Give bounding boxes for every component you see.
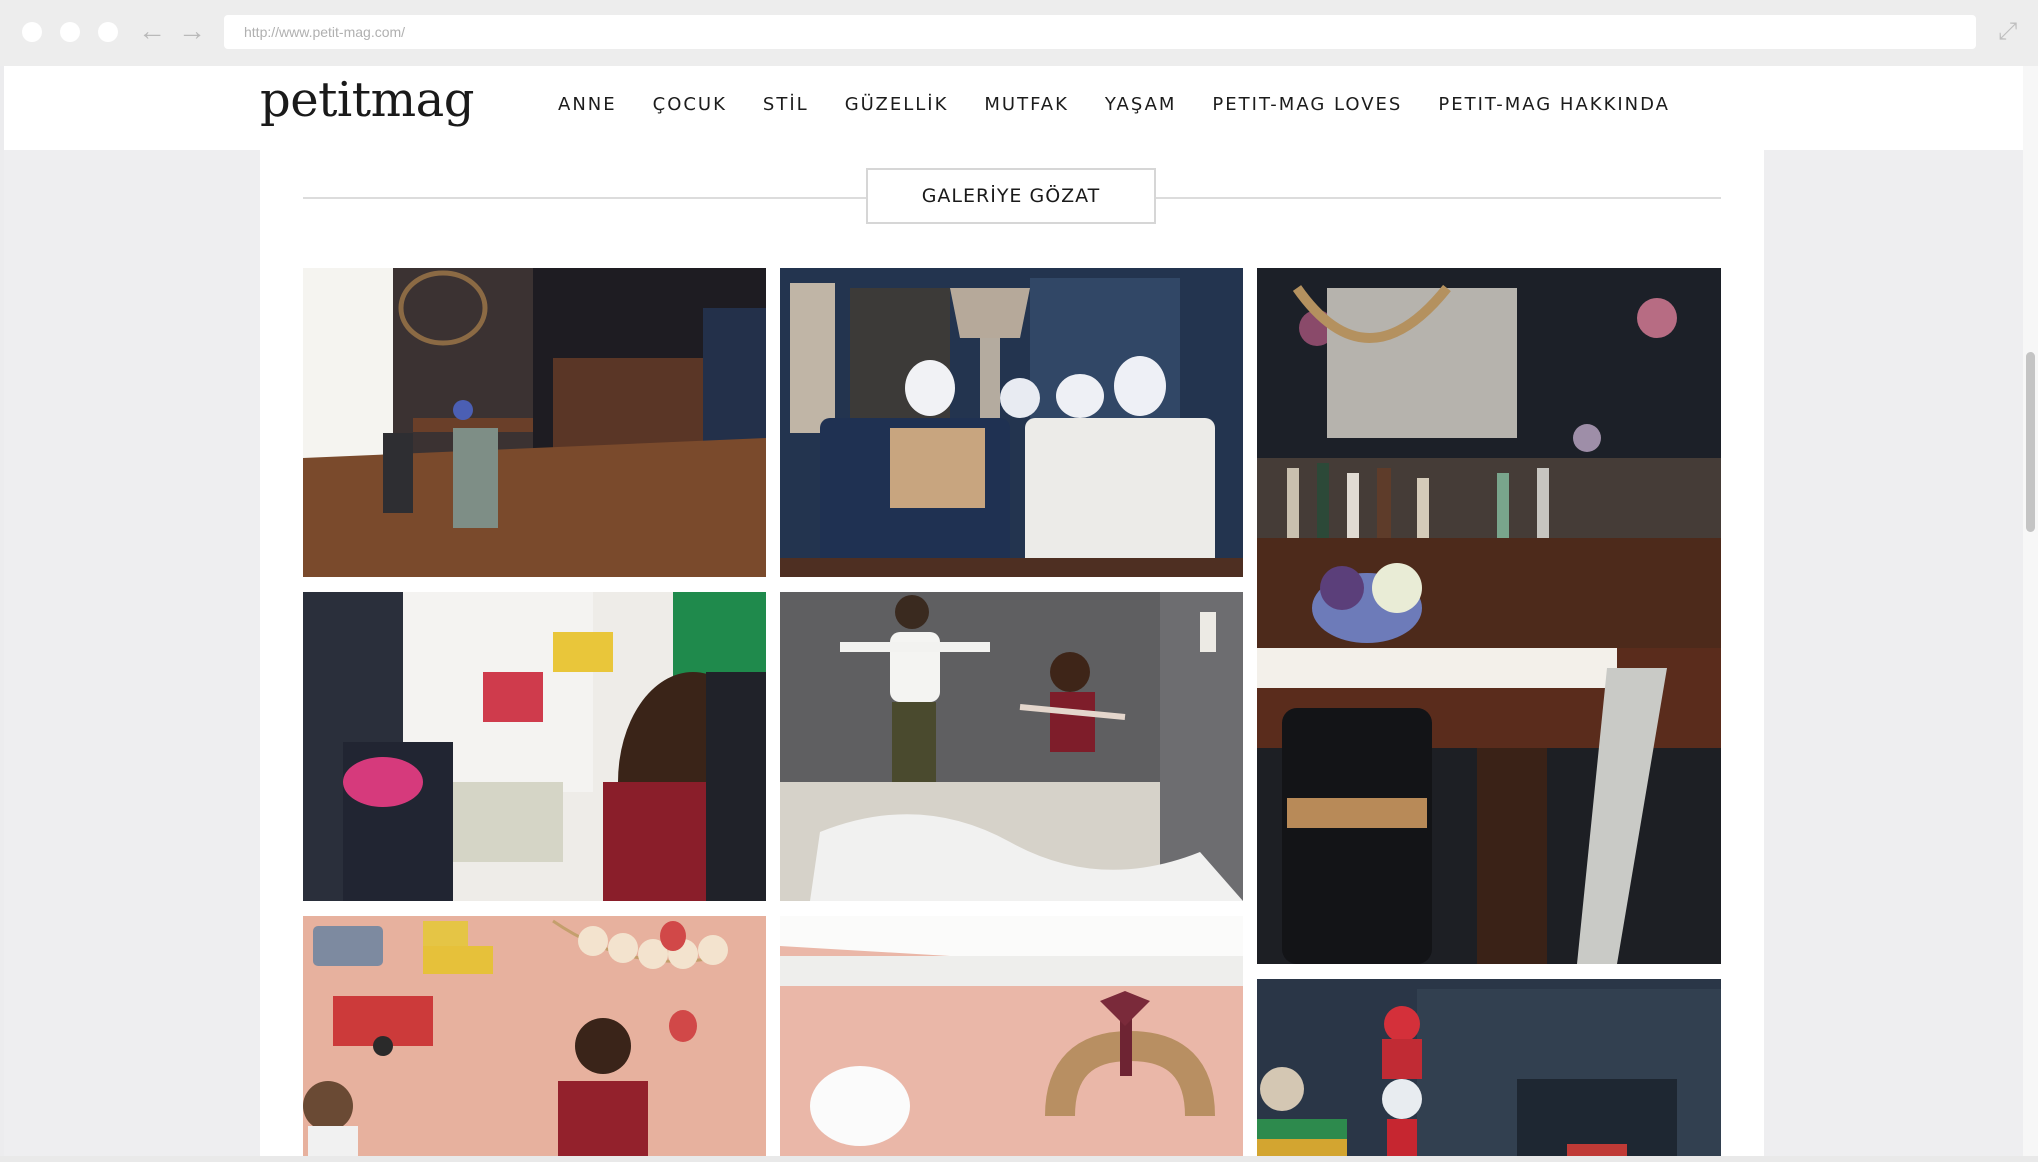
url-text: http://www.petit-mag.com/: [244, 24, 406, 40]
menu-item-petit-mag-loves[interactable]: PETIT-MAG LOVES: [1212, 94, 1402, 115]
menu-item-guzellik[interactable]: GÜZELLİK: [845, 94, 949, 115]
address-bar[interactable]: http://www.petit-mag.com/: [224, 15, 1976, 49]
gallery-image-pink-kids-room[interactable]: [303, 916, 766, 1156]
gallery-image-dining-room-bar[interactable]: [1257, 268, 1721, 964]
gallery-image-dining-room[interactable]: [303, 268, 766, 577]
gallery-image-blue-living-room[interactable]: [780, 268, 1243, 577]
scrollbar-track[interactable]: [2023, 66, 2038, 1156]
arrow-right-icon[interactable]: →: [178, 16, 206, 46]
gallery-image-children-jumping[interactable]: [780, 592, 1243, 901]
expand-icon[interactable]: ⤢: [1998, 18, 2017, 46]
scrollbar-thumb[interactable]: [2026, 352, 2035, 532]
window-close-dot[interactable]: [22, 22, 42, 42]
menu-item-yasam[interactable]: YAŞAM: [1105, 94, 1177, 115]
gallery-image-mother-child[interactable]: [303, 592, 766, 901]
arrow-left-icon[interactable]: ←: [138, 16, 166, 46]
window-minimize-dot[interactable]: [60, 22, 80, 42]
menu-item-cocuk[interactable]: ÇOCUK: [653, 94, 727, 115]
gallery-image-pink-room-wreath[interactable]: [780, 916, 1243, 1156]
site-header: petitmag ANNE ÇOCUK STİL GÜZELLİK MUTFAK…: [4, 66, 2023, 150]
main-menu: ANNE ÇOCUK STİL GÜZELLİK MUTFAK YAŞAM PE…: [558, 94, 1706, 115]
menu-item-anne[interactable]: ANNE: [558, 94, 617, 115]
browser-chrome: ← → http://www.petit-mag.com/ ⤢: [0, 0, 2038, 66]
window-maximize-dot[interactable]: [98, 22, 118, 42]
site-logo[interactable]: petitmag: [260, 72, 474, 128]
menu-item-petit-mag-hakkinda[interactable]: PETIT-MAG HAKKINDA: [1438, 94, 1670, 115]
menu-item-stil[interactable]: STİL: [763, 94, 809, 115]
bottom-edge: [0, 1156, 2038, 1162]
menu-item-mutfak[interactable]: MUTFAK: [984, 94, 1069, 115]
gallery-image-dark-shelf[interactable]: [1257, 979, 1721, 1156]
browse-gallery-button[interactable]: GALERİYE GÖZAT: [866, 168, 1156, 224]
